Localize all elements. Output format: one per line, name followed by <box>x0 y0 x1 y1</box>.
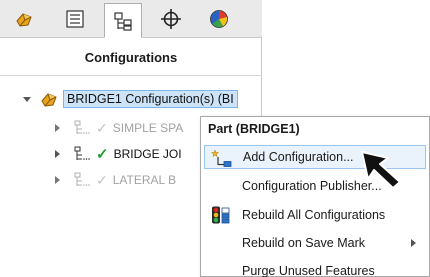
tree-item-simple-span[interactable]: ✓ SIMPLE SPA <box>0 118 183 138</box>
menu-item-rebuild-on-save-mark[interactable]: Rebuild on Save Mark <box>204 231 426 255</box>
context-menu-header: Part (BRIDGE1) <box>208 122 300 136</box>
panel-title: Configurations <box>0 40 262 76</box>
inactive-check-icon: ✓ <box>96 119 108 136</box>
submenu-arrow-icon <box>411 239 416 247</box>
manager-tabs-toolbar <box>0 0 262 38</box>
tree-item-bridge-joint[interactable]: ✓ BRIDGE JOI <box>0 144 182 164</box>
configuration-icon <box>73 146 91 162</box>
tree-item-label: BRIDGE JOI <box>113 147 182 161</box>
dimxpert-manager-icon <box>161 9 181 29</box>
tree-item-label: LATERAL B <box>112 173 177 187</box>
property-manager-icon <box>66 10 84 28</box>
menu-item-label: Rebuild on Save Mark <box>242 236 365 250</box>
tree-root-row[interactable]: BRIDGE1 Configuration(s) (BI <box>0 88 238 110</box>
rebuild-all-configurations-icon <box>210 206 232 224</box>
collapse-arrow-icon[interactable] <box>23 96 31 102</box>
tree-item-label: SIMPLE SPA <box>112 121 184 135</box>
mouse-pointer-icon <box>360 150 406 193</box>
expand-arrow-icon[interactable] <box>55 124 60 132</box>
inactive-check-icon: ✓ <box>96 171 108 188</box>
configuration-icon <box>73 120 91 136</box>
context-menu: Part (BRIDGE1) Add Configuration... Conf… <box>200 116 430 277</box>
feature-manager-icon <box>16 13 32 27</box>
tab-configuration-manager[interactable] <box>104 3 142 38</box>
expand-arrow-icon[interactable] <box>55 176 60 184</box>
tab-dimxpert-manager[interactable] <box>152 3 190 35</box>
tab-feature-manager[interactable] <box>6 3 44 35</box>
expand-arrow-icon[interactable] <box>55 150 60 158</box>
tree-item-lateral[interactable]: ✓ LATERAL B <box>0 170 176 190</box>
menu-item-rebuild-all-configurations[interactable]: Rebuild All Configurations <box>204 203 426 227</box>
part-configurations-icon <box>40 89 62 109</box>
add-configuration-icon <box>210 149 233 167</box>
configuration-manager-icon <box>114 11 132 31</box>
active-check-icon: ✓ <box>96 146 109 163</box>
tree-root-label[interactable]: BRIDGE1 Configuration(s) (BI <box>63 90 238 108</box>
menu-item-purge-unused-features[interactable]: Purge Unused Features <box>204 259 426 277</box>
tab-display-manager[interactable] <box>200 3 238 35</box>
tab-property-manager[interactable] <box>56 3 94 35</box>
display-manager-icon <box>210 10 228 28</box>
menu-item-label: Purge Unused Features <box>242 264 375 277</box>
configuration-icon <box>73 172 91 188</box>
menu-item-label: Add Configuration... <box>243 150 354 164</box>
menu-item-label: Rebuild All Configurations <box>242 208 386 222</box>
